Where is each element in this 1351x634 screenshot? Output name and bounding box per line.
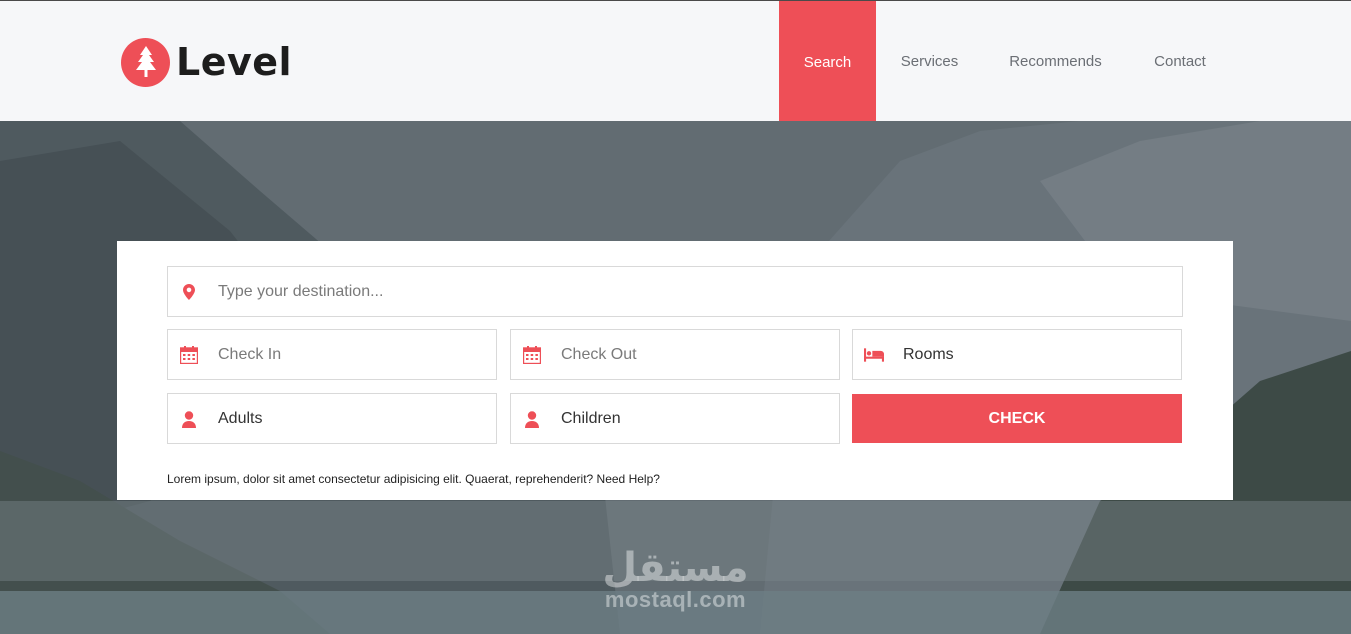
site-header: Level Search Services Recommends Contact bbox=[0, 0, 1351, 123]
children-value: Children bbox=[561, 410, 621, 427]
check-in-input[interactable] bbox=[218, 330, 486, 379]
bed-icon bbox=[864, 345, 884, 365]
adults-value: Adults bbox=[218, 410, 263, 427]
children-select[interactable]: Children bbox=[510, 393, 840, 444]
adults-select[interactable]: Adults bbox=[167, 393, 497, 444]
brand-logo[interactable]: Level bbox=[121, 37, 292, 87]
nav-item-recommends[interactable]: Recommends bbox=[983, 1, 1128, 122]
check-out-field[interactable] bbox=[510, 329, 840, 380]
nav-item-search[interactable]: Search bbox=[779, 1, 876, 123]
booking-form: Rooms Adults Children CHECK Lorem ipsum,… bbox=[117, 241, 1233, 500]
calendar-icon bbox=[522, 345, 542, 365]
calendar-icon bbox=[179, 345, 199, 365]
nav-item-contact[interactable]: Contact bbox=[1128, 1, 1232, 122]
user-icon bbox=[522, 409, 542, 429]
brand-name: Level bbox=[176, 40, 293, 84]
pine-tree-icon bbox=[121, 37, 170, 87]
user-icon bbox=[179, 409, 199, 429]
help-note: Lorem ipsum, dolor sit amet consectetur … bbox=[167, 472, 660, 486]
check-out-input[interactable] bbox=[561, 330, 829, 379]
nav-item-services[interactable]: Services bbox=[876, 1, 983, 122]
watermark-arabic: مستقل bbox=[602, 545, 749, 591]
rooms-value: Rooms bbox=[903, 346, 954, 363]
watermark-latin: mostaql.com bbox=[604, 587, 747, 612]
destination-field[interactable] bbox=[167, 266, 1183, 317]
rooms-select[interactable]: Rooms bbox=[852, 329, 1182, 380]
check-button[interactable]: CHECK bbox=[852, 394, 1182, 443]
main-nav: Search Services Recommends Contact bbox=[779, 1, 1232, 123]
map-pin-icon bbox=[179, 282, 199, 302]
watermark-logo: مستقل mostaql.com bbox=[593, 548, 758, 612]
destination-input[interactable] bbox=[218, 267, 1172, 316]
check-in-field[interactable] bbox=[167, 329, 497, 380]
